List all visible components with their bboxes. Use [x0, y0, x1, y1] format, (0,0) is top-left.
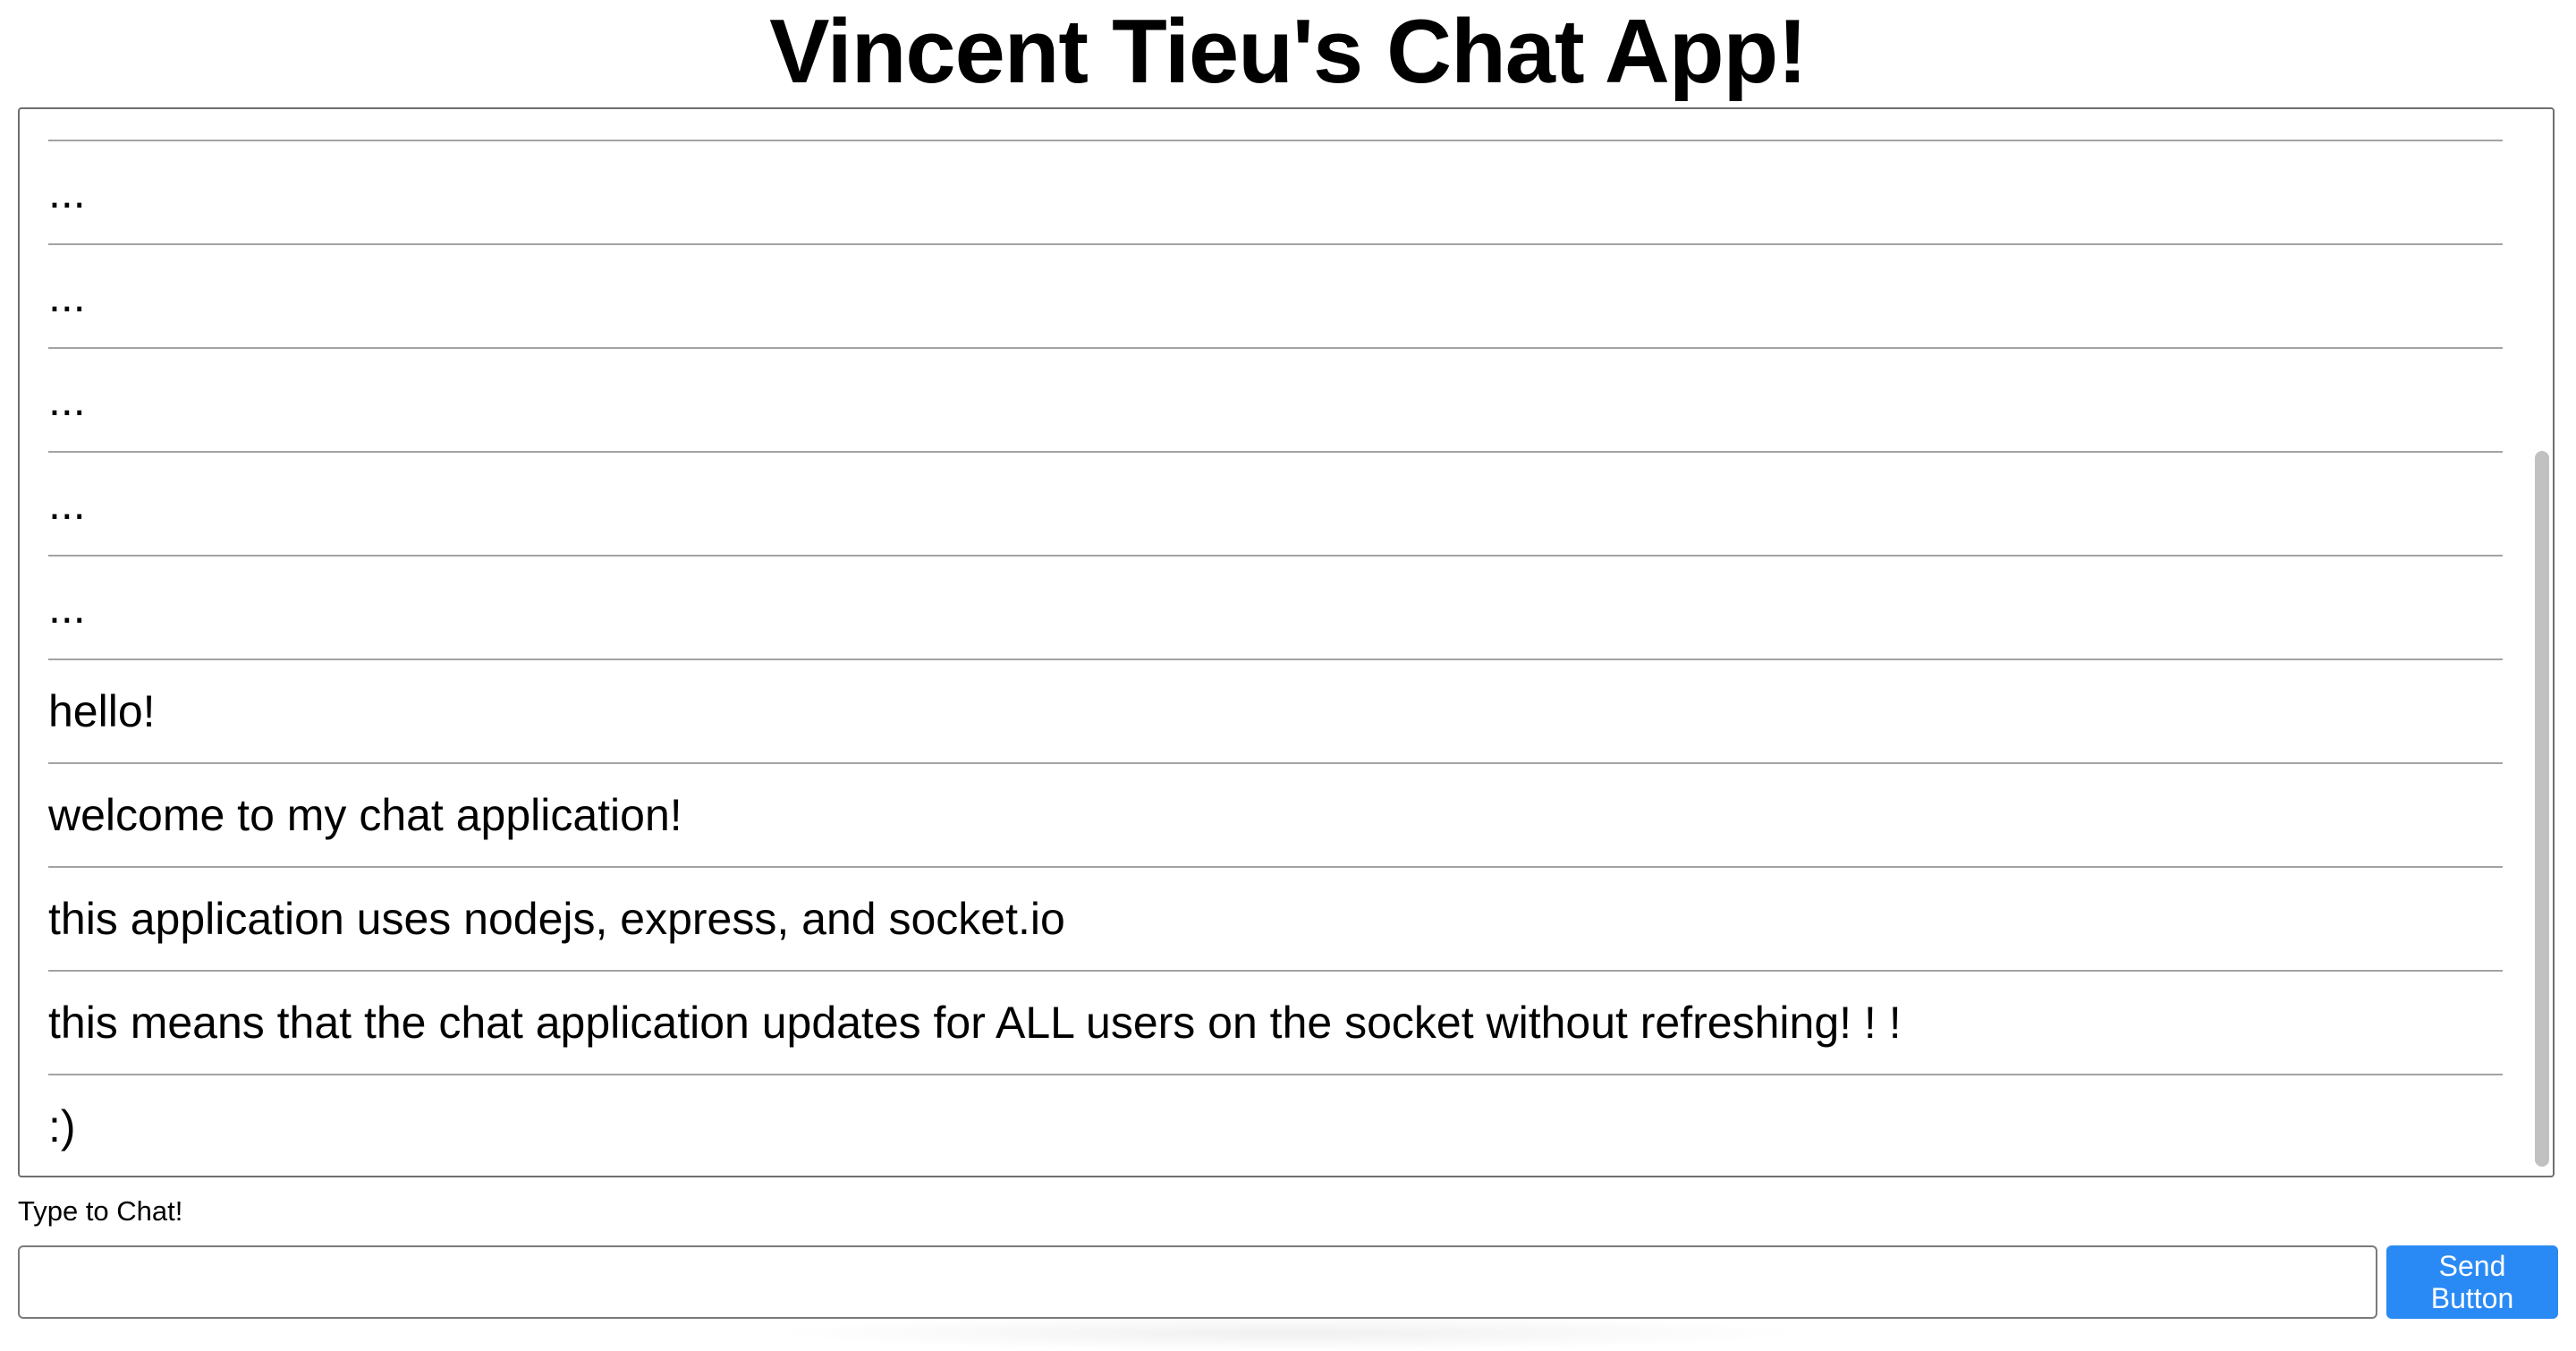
chat-message-list: ... ... ... ... ... hello! welcome to my…: [48, 141, 2503, 1176]
chat-message: ...: [48, 141, 2503, 245]
chat-message: ...: [48, 453, 2503, 557]
chat-log[interactable]: ... ... ... ... ... hello! welcome to my…: [18, 107, 2555, 1177]
chat-message: this application uses nodejs, express, a…: [48, 868, 2503, 972]
chat-message: ...: [48, 245, 2503, 349]
page-title: Vincent Tieu's Chat App!: [769, 2, 1808, 102]
chat-message: hello!: [48, 660, 2503, 764]
chat-message: :): [48, 1101, 76, 1151]
bottom-shadow: [769, 1315, 1807, 1351]
chat-message: welcome to my chat application!: [48, 764, 2503, 868]
send-button[interactable]: Send Button: [2386, 1245, 2558, 1319]
chat-input[interactable]: [18, 1245, 2377, 1319]
chat-message: ...: [48, 557, 2503, 660]
chat-input-label: Type to Chat!: [18, 1195, 183, 1227]
chat-message: this means that the chat application upd…: [48, 972, 2503, 1075]
chat-message: ...: [48, 349, 2503, 453]
chat-scrollbar-thumb[interactable]: [2535, 451, 2549, 1167]
